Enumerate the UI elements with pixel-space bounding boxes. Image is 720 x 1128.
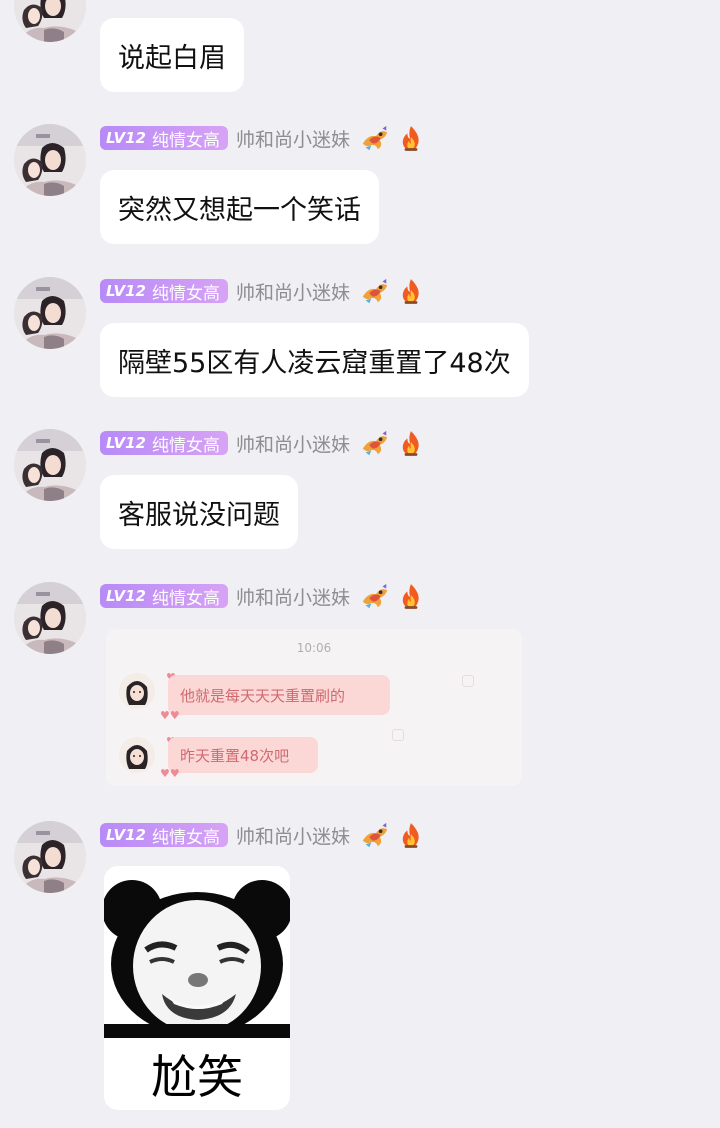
heart-icon: ♥♥: [160, 709, 180, 722]
sender-meta: LV12 纯情女高 帅和尚小迷妹: [100, 277, 422, 305]
avatar[interactable]: [14, 277, 86, 349]
level-badge: LV12 纯情女高: [100, 126, 228, 151]
level-label: LV12: [106, 826, 146, 844]
message-text: 隔壁55区有人凌云窟重置了48次: [118, 347, 511, 379]
sender-meta: LV12 纯情女高 帅和尚小迷妹: [100, 821, 422, 849]
message-bubble[interactable]: 说起白眉: [100, 18, 244, 92]
sender-meta: LV12 纯情女高 帅和尚小迷妹: [100, 582, 422, 610]
screenshot-line: 昨天重置48次吧: [180, 746, 290, 765]
message-bubble[interactable]: 突然又想起一个笑话: [100, 170, 379, 244]
panda-face-icon: [104, 866, 290, 1038]
dragon-icon: [360, 428, 390, 458]
square-icon: [462, 675, 474, 687]
dragon-icon: [360, 123, 390, 153]
avatar[interactable]: [14, 124, 86, 196]
screenshot-image[interactable]: 10:06 ♥ 他就是每天天天重置刷的 ♥♥ ♥ 昨天重置48次吧 ♥♥: [106, 629, 522, 786]
message-bubble[interactable]: 隔壁55区有人凌云窟重置了48次: [100, 323, 529, 397]
badge-title: 纯情女高: [151, 827, 220, 848]
level-label: LV12: [106, 587, 146, 605]
level-badge: LV12 纯情女高: [100, 431, 228, 456]
message-text: 客服说没问题: [118, 499, 280, 531]
fire-icon: [400, 582, 422, 610]
avatar[interactable]: [14, 582, 86, 654]
screenshot-avatar: [119, 737, 155, 773]
dragon-icon: [360, 276, 390, 306]
message-text: 说起白眉: [118, 42, 226, 74]
fire-icon: [400, 821, 422, 849]
avatar[interactable]: [14, 0, 86, 42]
sender-nickname[interactable]: 帅和尚小迷妹: [236, 430, 350, 457]
message-text: 突然又想起一个笑话: [118, 194, 361, 226]
fire-icon: [400, 429, 422, 457]
dragon-icon: [360, 820, 390, 850]
level-badge: LV12 纯情女高: [100, 584, 228, 609]
sender-nickname[interactable]: 帅和尚小迷妹: [236, 583, 350, 610]
heart-icon: ♥♥: [160, 767, 180, 780]
avatar[interactable]: [14, 429, 86, 501]
sender-meta: LV12 纯情女高 帅和尚小迷妹: [100, 124, 422, 152]
screenshot-avatar: [119, 673, 155, 709]
meme-sticker[interactable]: 尬笑: [104, 866, 290, 1110]
sender-nickname[interactable]: 帅和尚小迷妹: [236, 278, 350, 305]
level-label: LV12: [106, 434, 146, 452]
sender-nickname[interactable]: 帅和尚小迷妹: [236, 822, 350, 849]
screenshot-line: 他就是每天天天重置刷的: [180, 686, 346, 705]
badge-title: 纯情女高: [151, 283, 220, 304]
avatar[interactable]: [14, 821, 86, 893]
badge-title: 纯情女高: [151, 588, 220, 609]
level-label: LV12: [106, 282, 146, 300]
message-bubble[interactable]: 客服说没问题: [100, 475, 298, 549]
level-label: LV12: [106, 129, 146, 147]
sender-nickname[interactable]: 帅和尚小迷妹: [236, 125, 350, 152]
square-icon: [392, 729, 404, 741]
badge-title: 纯情女高: [151, 435, 220, 456]
level-badge: LV12 纯情女高: [100, 279, 228, 304]
screenshot-bubble: 他就是每天天天重置刷的: [168, 675, 390, 715]
meme-caption: 尬笑: [151, 1050, 243, 1104]
screenshot-time: 10:06: [296, 641, 332, 655]
sender-meta: LV12 纯情女高 帅和尚小迷妹: [100, 429, 422, 457]
level-badge: LV12 纯情女高: [100, 823, 228, 848]
badge-title: 纯情女高: [151, 130, 220, 151]
dragon-icon: [360, 581, 390, 611]
screenshot-bubble: 昨天重置48次吧: [168, 737, 318, 773]
fire-icon: [400, 277, 422, 305]
fire-icon: [400, 124, 422, 152]
